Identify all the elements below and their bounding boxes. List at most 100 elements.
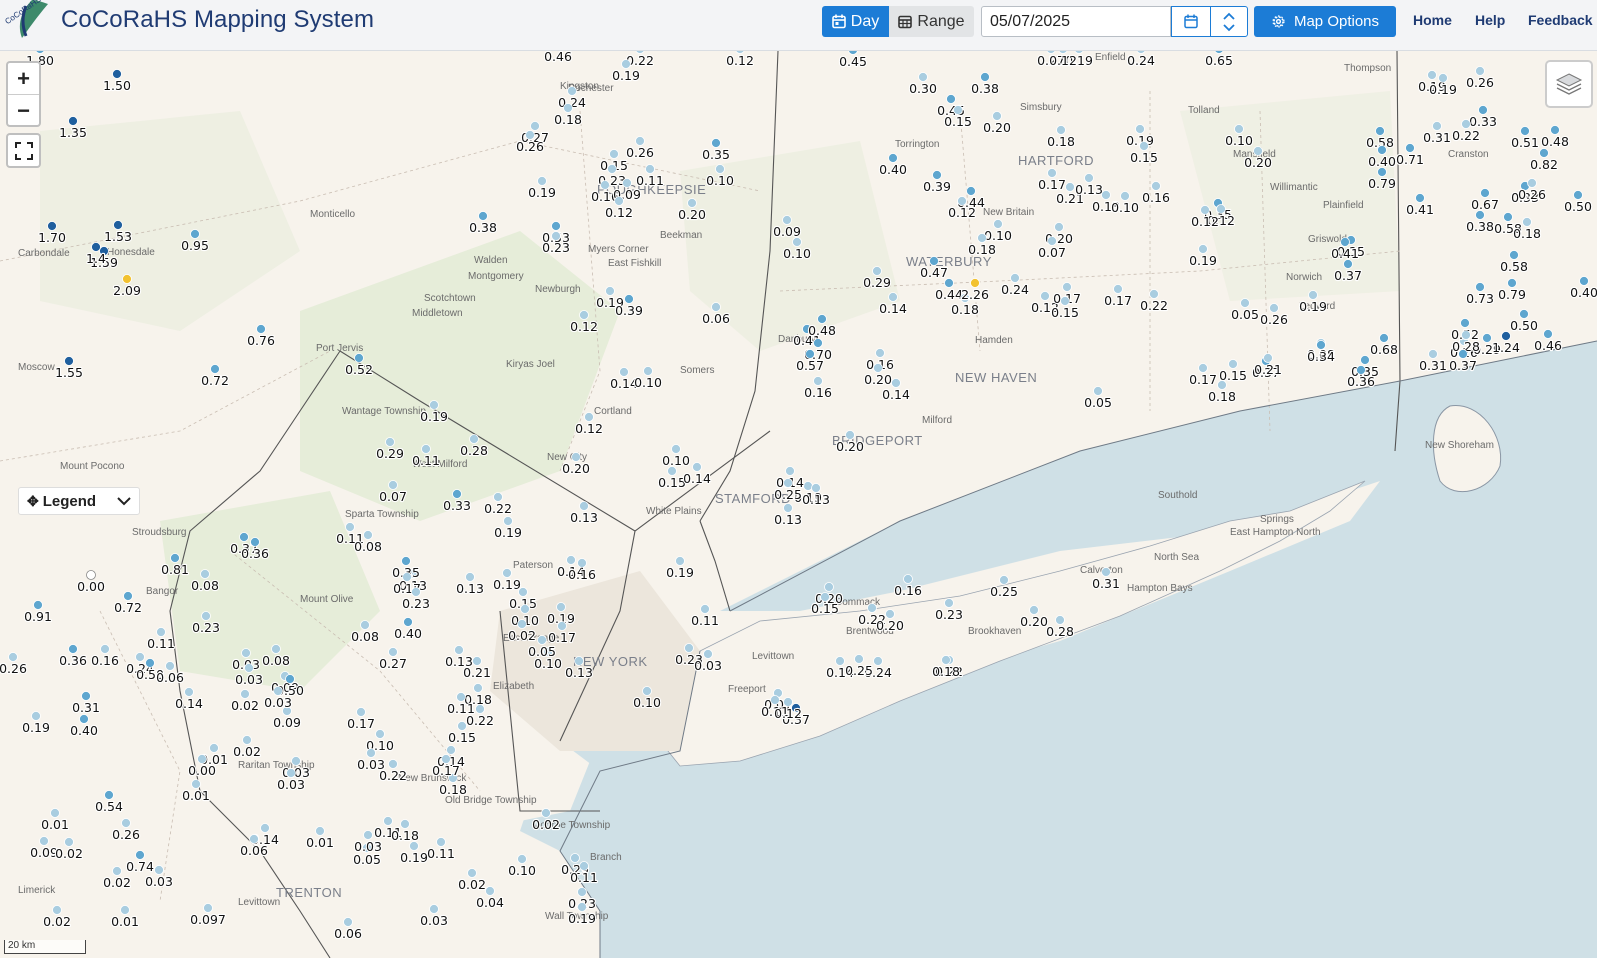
station-value-label: 0.20 xyxy=(836,439,864,454)
range-mode-button[interactable]: Range xyxy=(889,6,974,37)
place-label: Stroudsburg xyxy=(132,527,186,538)
place-label: Wantage Township xyxy=(342,406,426,417)
station-value-label: 0.15 xyxy=(1051,305,1079,320)
station-value-label: 0.05 xyxy=(353,852,381,867)
station-value-label: 0.10 xyxy=(1111,200,1139,215)
station-value-label: 0.13 xyxy=(565,665,593,680)
place-label: Elizabeth xyxy=(493,681,534,692)
precipitation-map[interactable]: Kingston POUGHKEEPSIE Beekman Monticello Wal… xyxy=(0,51,1597,958)
station-value-label: 0.00 xyxy=(77,579,105,594)
station-value-label: 0.12 xyxy=(605,205,633,220)
station-value-label: 0.12 xyxy=(726,53,754,68)
station-value-label: 0.16 xyxy=(894,583,922,598)
open-calendar-button[interactable] xyxy=(1171,6,1211,37)
station-value-label: 0.05 xyxy=(528,644,556,659)
station-value-label: 0.11 xyxy=(636,173,664,188)
chevron-up-icon[interactable] xyxy=(1223,12,1235,20)
place-label: Moscow xyxy=(18,362,55,373)
station-value-label: 1.35 xyxy=(59,125,87,140)
zoom-in-button[interactable]: + xyxy=(8,63,39,95)
station-value-label: 0.35 xyxy=(702,147,730,162)
station-value-label: 1.4 xyxy=(86,251,106,266)
station-value-label: 0.31 xyxy=(1092,576,1120,591)
layers-button[interactable] xyxy=(1545,60,1593,108)
station-value-label: 0.23 xyxy=(192,620,220,635)
station-value-label: 0.33 xyxy=(1469,114,1497,129)
chevron-down-icon[interactable] xyxy=(1223,23,1235,32)
gear-icon xyxy=(1272,15,1285,28)
move-icon[interactable]: ✥ xyxy=(27,493,39,510)
place-label: Paterson xyxy=(513,560,553,571)
station-value-label: 0.14 xyxy=(882,387,910,402)
station-value-label: 0.19 xyxy=(612,68,640,83)
place-label: Port Jervis xyxy=(316,343,363,354)
station-value-label: 0.26 xyxy=(1260,312,1288,327)
station-value-label: 0.10 xyxy=(662,453,690,468)
place-label: Simsbury xyxy=(1020,102,1062,113)
place-label: Sparta Township xyxy=(345,509,419,520)
station-value-label: 0.03 xyxy=(145,874,173,889)
station-value-label: 0.40 xyxy=(1368,154,1396,169)
station-value-label: 0.08 xyxy=(262,653,290,668)
station-value-label: 0.30 xyxy=(909,81,937,96)
place-label: New Britain xyxy=(983,207,1034,218)
station-value-label: 0.23 xyxy=(402,596,430,611)
station-value-label: 0.65 xyxy=(1205,53,1233,68)
date-stepper[interactable] xyxy=(1210,6,1248,37)
place-label: Thompson xyxy=(1344,63,1391,74)
station-value-label: 0.26 xyxy=(0,661,27,676)
station-value-label: 0.79 xyxy=(1498,287,1526,302)
station-value-label: 0.18 xyxy=(968,242,996,257)
station-value-label: 0.39 xyxy=(923,179,951,194)
station-value-label: 0.23 xyxy=(935,607,963,622)
place-label: Tolland xyxy=(1188,105,1220,116)
station-value-label: 0.14 xyxy=(683,471,711,486)
station-value-label: 0.14 xyxy=(879,301,907,316)
station-value-label: 0.37 xyxy=(1449,358,1477,373)
map-canvas[interactable]: KingstonPOUGHKEEPSIEBeekmanMonticelloWal… xyxy=(0,51,1597,958)
station-value-label: 1.24 xyxy=(1492,340,1520,355)
station-value-label: 0.40 xyxy=(879,162,907,177)
station-value-label: 0.06 xyxy=(702,311,730,326)
station-value-label: 0.02 xyxy=(233,744,261,759)
cocorahs-logo[interactable]: CoCoRaHS xyxy=(2,0,54,42)
place-label: Scotchtown xyxy=(424,293,476,304)
place-label: HARTFORD xyxy=(1018,153,1094,168)
nav-home-link[interactable]: Home xyxy=(1413,12,1452,28)
station-value-label: 0.18 xyxy=(1208,389,1236,404)
station-value-label: 0.05 xyxy=(1231,307,1259,322)
zoom-control: + − xyxy=(6,61,41,127)
legend-toggle[interactable]: ✥ Legend xyxy=(18,487,140,515)
nav-help-link[interactable]: Help xyxy=(1475,12,1505,28)
station-value-label: 0.17 xyxy=(548,630,576,645)
nav-feedback-link[interactable]: Feedback xyxy=(1528,12,1593,28)
day-mode-button[interactable]: Day xyxy=(822,6,889,37)
place-label: Willimantic xyxy=(1270,182,1318,193)
map-options-button[interactable]: Map Options xyxy=(1254,6,1396,37)
station-value-label: 0.54 xyxy=(95,799,123,814)
station-value-label: 0.26 xyxy=(516,139,544,154)
station-value-label: 0.24 xyxy=(1001,282,1029,297)
station-value-label: 0.11 xyxy=(147,636,175,651)
calendar-day-icon xyxy=(831,14,846,29)
station-value-label: 0.20 xyxy=(876,618,904,633)
fullscreen-button[interactable] xyxy=(6,133,41,168)
place-label: Mount Pocono xyxy=(60,461,125,472)
station-value-label: 0.40 xyxy=(70,723,98,738)
station-value-label: 0.67 xyxy=(1471,197,1499,212)
station-value-label: 0.26 xyxy=(112,827,140,842)
station-value-label: 0.05 xyxy=(1084,395,1112,410)
station-value-label: 0.51 xyxy=(1511,135,1539,150)
station-value-label: 0.37 xyxy=(1334,268,1362,283)
station-value-label: 0.41 xyxy=(1331,246,1359,261)
station-value-label: 0.19 xyxy=(1299,299,1327,314)
station-value-label: 0.06 xyxy=(334,926,362,941)
station-value-label: 0.01 xyxy=(41,817,69,832)
place-label: Hamden xyxy=(975,335,1013,346)
date-input[interactable] xyxy=(981,6,1171,37)
station-value-label: 0.79 xyxy=(1368,176,1396,191)
place-label: Beekman xyxy=(660,230,702,241)
zoom-out-button[interactable]: − xyxy=(8,95,39,126)
station-value-label: 0.18 xyxy=(1513,226,1541,241)
station-value-label: 0.17 xyxy=(1104,293,1132,308)
